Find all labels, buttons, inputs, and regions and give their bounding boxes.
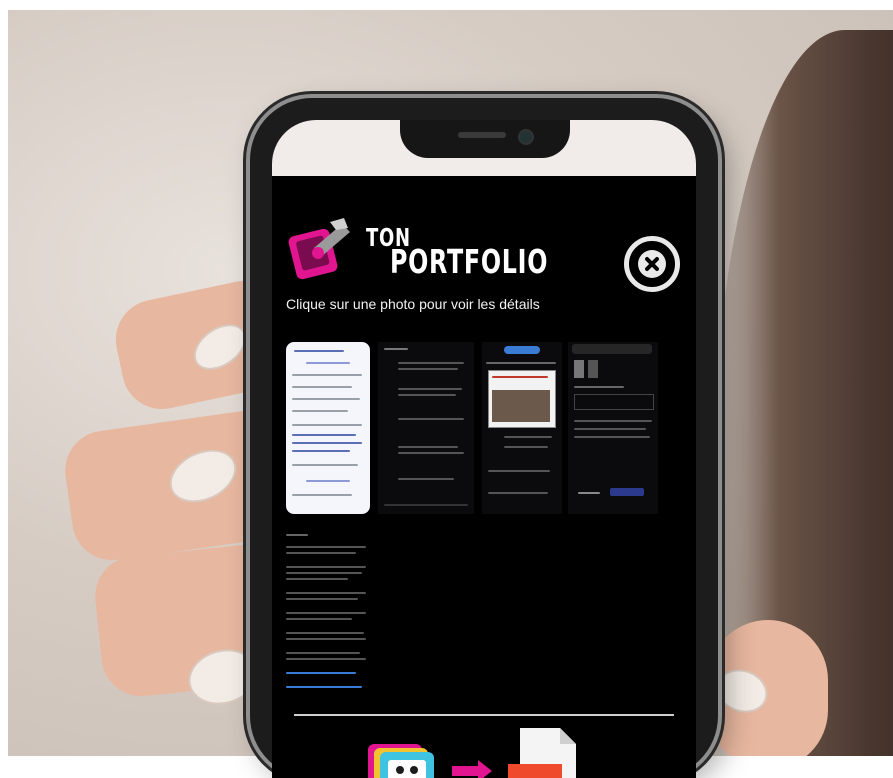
photo-thumbnail[interactable] bbox=[568, 342, 658, 514]
front-camera bbox=[518, 129, 534, 145]
section-divider bbox=[294, 714, 674, 716]
phone-screen: TON PORTFOLIO Clique sur une photo pour … bbox=[272, 120, 696, 778]
photos-stack-icon bbox=[368, 744, 434, 778]
photo-thumbnail[interactable] bbox=[378, 342, 474, 514]
close-icon bbox=[638, 250, 666, 278]
instruction-text: Clique sur une photo pour voir les détai… bbox=[286, 296, 540, 312]
phone-notch bbox=[400, 120, 570, 158]
logo-text-portfolio: PORTFOLIO bbox=[390, 242, 549, 281]
smartphone: TON PORTFOLIO Clique sur une photo pour … bbox=[250, 98, 718, 778]
speaker-grille bbox=[458, 132, 506, 138]
arrow-right-icon bbox=[452, 760, 492, 778]
file-icon bbox=[508, 728, 576, 778]
close-button[interactable] bbox=[624, 236, 680, 292]
document-thumbnail[interactable] bbox=[286, 528, 370, 696]
photo-thumbnail[interactable] bbox=[482, 342, 562, 514]
portfolio-logo-icon bbox=[288, 218, 350, 280]
bottom-illustration bbox=[368, 728, 576, 778]
photo-gallery bbox=[286, 342, 658, 518]
photo-thumbnail[interactable] bbox=[286, 342, 370, 514]
